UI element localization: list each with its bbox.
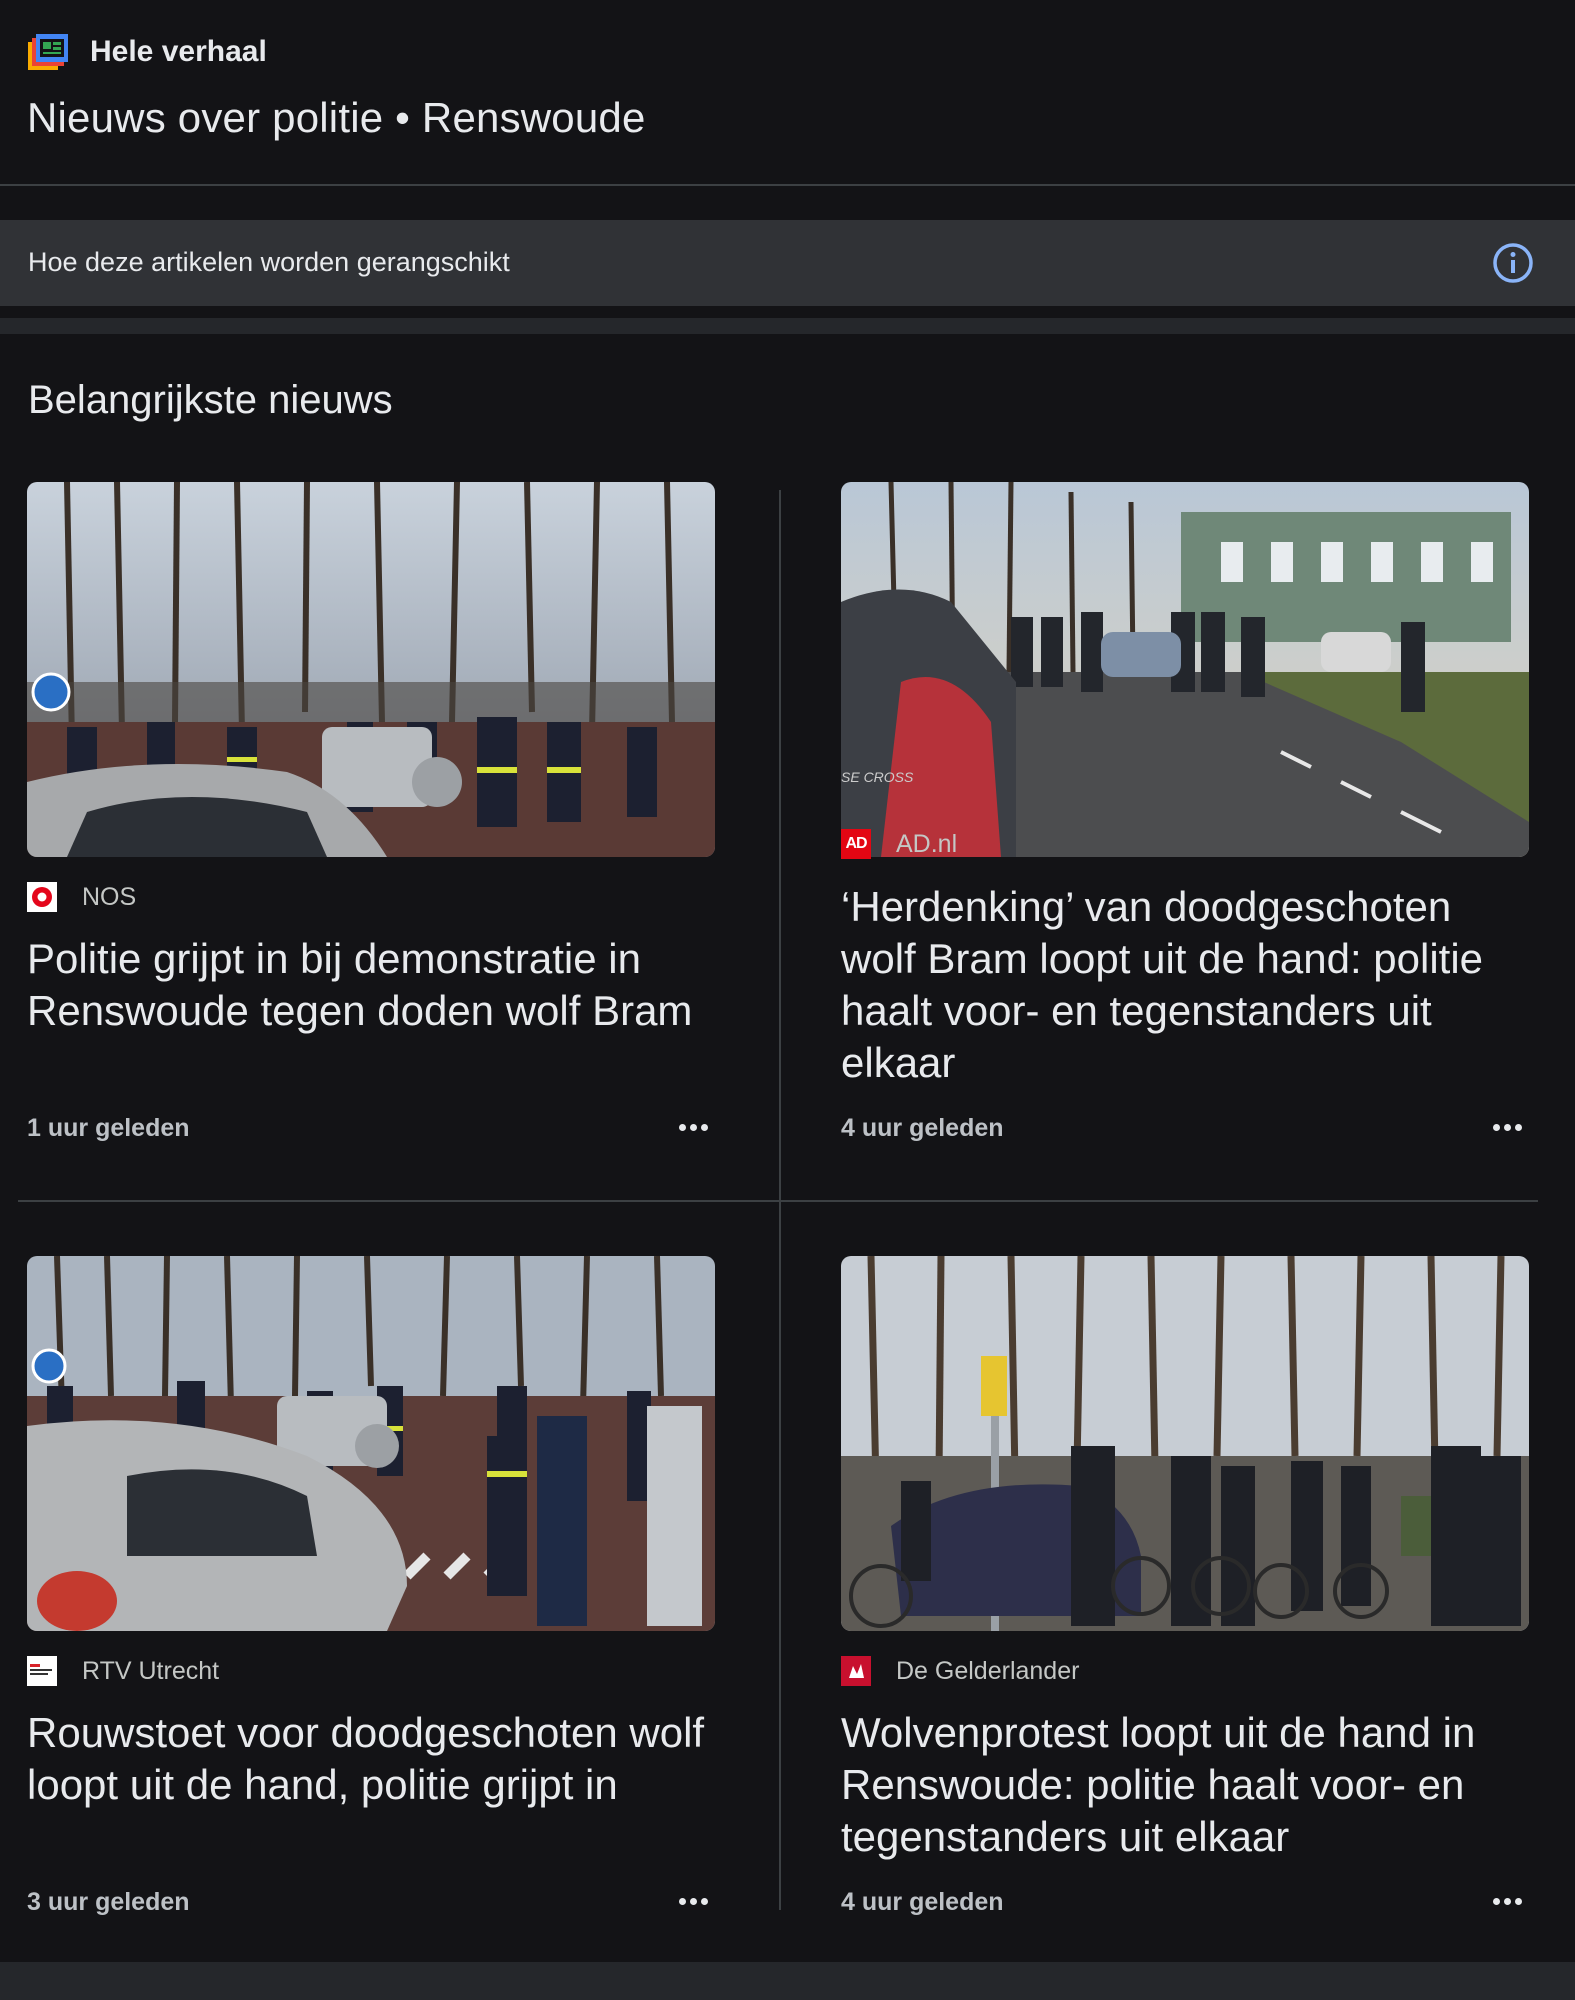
header-divider <box>0 184 1575 186</box>
article-source[interactable]: RTV Utrecht <box>27 1656 219 1686</box>
svg-text:SE CROSS: SE CROSS <box>841 769 914 785</box>
brand-label: Hele verhaal <box>90 35 267 68</box>
article-headline[interactable]: Rouwstoet voor doodgeschoten wolf loopt … <box>27 1707 715 1811</box>
ad-logo: AD <box>841 829 871 859</box>
section-gap-bottom <box>0 1962 1575 2000</box>
source-name: De Gelderlander <box>896 1656 1080 1685</box>
article-headline[interactable]: Wolvenprotest loopt uit de hand in Rensw… <box>841 1707 1529 1863</box>
article-thumbnail[interactable]: SE CROSS <box>841 482 1529 857</box>
article-thumbnail[interactable] <box>27 1256 715 1631</box>
article-card[interactable]: De Gelderlander Wolvenprotest loopt uit … <box>841 1256 1529 1976</box>
source-name: AD.nl <box>896 829 958 858</box>
article-card[interactable]: NOS Politie grijpt in bij demonstratie i… <box>27 482 715 1202</box>
section-gap <box>0 318 1575 334</box>
article-time: 1 uur geleden <box>27 1114 190 1142</box>
more-options-icon[interactable] <box>671 1112 715 1142</box>
story-header: Hele verhaal Nieuws over politie • Rensw… <box>0 0 1575 186</box>
article-source[interactable]: AD AD.nl <box>841 829 957 859</box>
full-coverage-icon <box>28 34 68 70</box>
more-options-icon[interactable] <box>671 1886 715 1916</box>
article-thumbnail[interactable] <box>27 482 715 857</box>
article-card[interactable]: RTV Utrecht Rouwstoet voor doodgeschoten… <box>27 1256 715 1976</box>
story-title: Nieuws over politie • Renswoude <box>27 94 646 141</box>
article-thumbnail[interactable] <box>841 1256 1529 1631</box>
article-time: 4 uur geleden <box>841 1114 1004 1142</box>
info-icon[interactable] <box>1491 241 1535 285</box>
more-options-icon[interactable] <box>1485 1112 1529 1142</box>
ad-logo-text: AD <box>845 835 867 852</box>
ranking-info-bar[interactable]: Hoe deze artikelen worden gerangschikt <box>0 220 1575 306</box>
article-source[interactable]: De Gelderlander <box>841 1656 1079 1686</box>
article-headline[interactable]: Politie grijpt in bij demonstratie in Re… <box>27 933 715 1037</box>
source-name: NOS <box>82 882 137 911</box>
nos-logo <box>27 882 57 912</box>
section-title: Belangrijkste nieuws <box>28 378 393 422</box>
rtv-utrecht-logo <box>27 1656 57 1686</box>
gelderlander-logo <box>841 1656 871 1686</box>
article-time: 3 uur geleden <box>27 1888 190 1916</box>
source-name: RTV Utrecht <box>82 1656 220 1685</box>
article-card[interactable]: SE CROSS AD AD.nl ‘Herdenking’ van doodg… <box>841 482 1529 1202</box>
brand: Hele verhaal <box>28 34 267 70</box>
article-source[interactable]: NOS <box>27 882 136 912</box>
article-time: 4 uur geleden <box>841 1888 1004 1916</box>
article-headline[interactable]: ‘Herdenking’ van doodgeschoten wolf Bram… <box>841 881 1529 1089</box>
more-options-icon[interactable] <box>1485 1886 1529 1916</box>
ranking-info-text: Hoe deze artikelen worden gerangschikt <box>28 247 510 277</box>
